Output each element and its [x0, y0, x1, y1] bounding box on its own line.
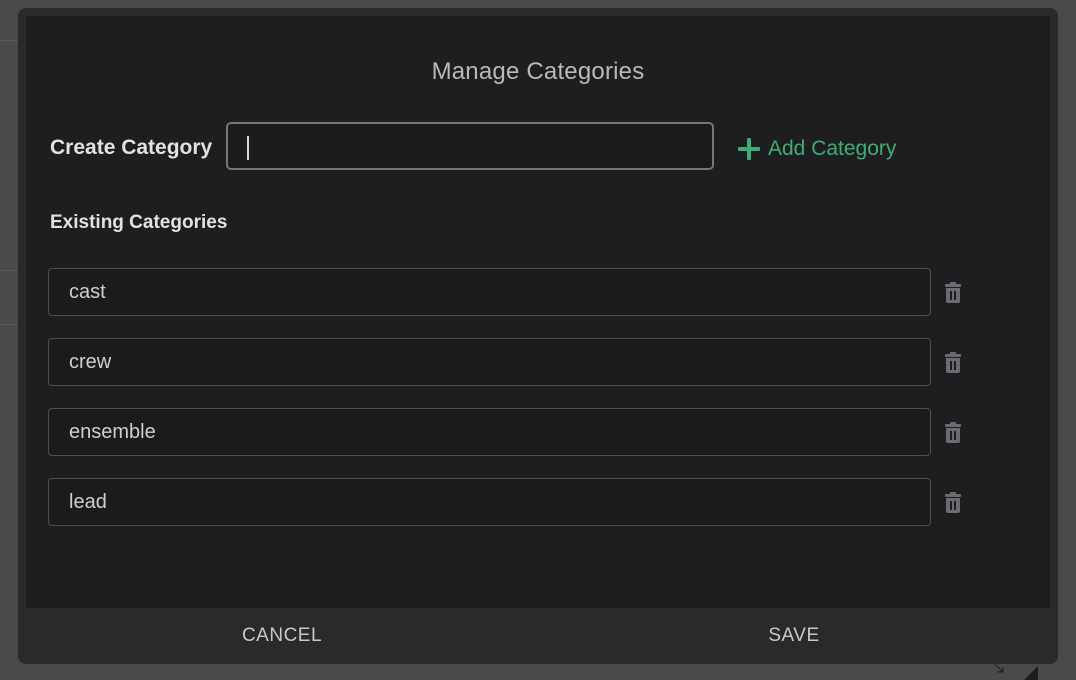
- background-divider: [0, 324, 18, 325]
- add-category-label: Add Category: [768, 137, 897, 160]
- category-name-field[interactable]: cast: [48, 268, 931, 316]
- plus-icon: [738, 138, 760, 160]
- category-row: lead: [48, 478, 1008, 526]
- manage-categories-dialog: Manage Categories Create Category Add Ca…: [18, 8, 1058, 664]
- resize-icon: ⤡: [988, 656, 1038, 680]
- text-cursor: [247, 136, 249, 160]
- dialog-title: Manage Categories: [431, 58, 645, 85]
- trash-icon[interactable]: [943, 282, 963, 304]
- existing-categories-label: Existing Categories: [50, 212, 228, 233]
- category-name-field[interactable]: ensemble: [48, 408, 931, 456]
- create-category-input[interactable]: [226, 122, 714, 170]
- save-button[interactable]: SAVE: [538, 608, 1050, 664]
- add-category-button[interactable]: Add Category: [738, 134, 896, 164]
- resize-handle-icon: [1024, 666, 1038, 680]
- create-category-label: Create Category: [50, 136, 213, 159]
- background-divider: [0, 40, 18, 41]
- trash-icon[interactable]: [943, 492, 963, 514]
- trash-icon[interactable]: [943, 352, 963, 374]
- trash-icon[interactable]: [943, 422, 963, 444]
- category-name-field[interactable]: lead: [48, 478, 931, 526]
- category-row: cast: [48, 268, 1008, 316]
- cancel-button[interactable]: CANCEL: [26, 608, 538, 664]
- category-row: ensemble: [48, 408, 1008, 456]
- category-row: crew: [48, 338, 1008, 386]
- dialog-body: Manage Categories Create Category Add Ca…: [26, 16, 1050, 608]
- category-name-field[interactable]: crew: [48, 338, 931, 386]
- background-divider: [0, 270, 18, 271]
